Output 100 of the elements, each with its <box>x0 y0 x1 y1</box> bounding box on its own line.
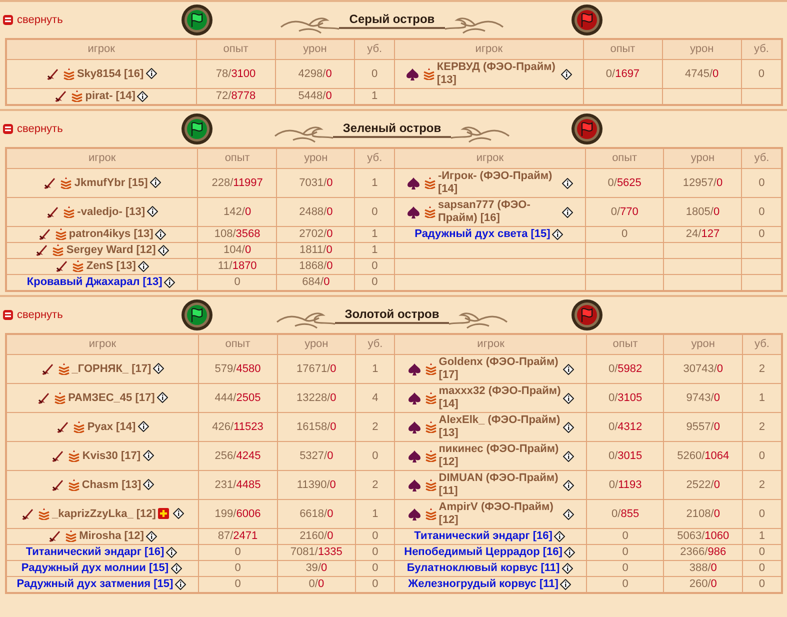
info-icon[interactable] <box>562 562 573 574</box>
info-icon[interactable] <box>560 68 572 80</box>
table-cell: 0/855 <box>586 500 664 528</box>
table-cell: 2702/0 <box>276 226 355 242</box>
column-header: урон <box>276 148 355 168</box>
player-name[interactable]: ZenS [13] <box>86 260 136 272</box>
info-icon[interactable] <box>560 578 572 590</box>
rank-icon <box>60 176 72 189</box>
collapse-link[interactable]: свернуть <box>0 309 152 321</box>
table-cell: 39/0 <box>277 560 356 576</box>
table-cell: 1 <box>356 354 395 384</box>
info-icon[interactable] <box>137 90 148 102</box>
table-cell: 0 <box>586 528 664 544</box>
info-icon[interactable] <box>166 546 178 558</box>
player-name[interactable]: Sky8154 [16] <box>76 68 144 80</box>
column-header: опыт <box>583 39 662 60</box>
player-name[interactable]: Kvis30 [17] <box>82 450 141 462</box>
info-icon[interactable] <box>142 450 154 462</box>
collapse-icon <box>3 310 13 320</box>
table-cell: 426/11523 <box>198 412 278 442</box>
rank-icon <box>424 177 436 189</box>
info-icon[interactable] <box>164 276 176 288</box>
table-cell: 4745/0 <box>662 60 742 88</box>
table-cell: 579/4580 <box>198 354 278 384</box>
info-icon[interactable] <box>552 228 564 240</box>
table-cell: 87/2471 <box>198 528 278 544</box>
sword-icon <box>46 68 59 80</box>
spade-icon <box>408 508 421 520</box>
table-cell: 1 <box>742 528 782 544</box>
info-icon[interactable] <box>564 546 576 558</box>
column-header: уб. <box>742 334 782 354</box>
player-name[interactable]: pirat- [14] <box>85 90 136 102</box>
info-icon[interactable] <box>156 392 168 404</box>
ornament-drawing <box>274 310 335 330</box>
info-icon[interactable] <box>146 68 157 80</box>
table-cell: 2488/0 <box>276 198 355 226</box>
info-icon[interactable] <box>146 530 157 542</box>
rank-icon <box>424 450 437 462</box>
spade-icon <box>406 68 419 80</box>
table-cell: 228/11997 <box>198 168 277 198</box>
table-cell: 2 <box>356 412 395 442</box>
info-icon[interactable] <box>158 244 169 256</box>
info-icon[interactable] <box>170 562 182 574</box>
table-cell: 0 <box>198 560 278 576</box>
table-cell: 0 <box>586 544 664 560</box>
player-name[interactable]: Pyax [14] <box>87 420 136 432</box>
column-header: урон <box>277 334 356 354</box>
info-icon[interactable] <box>155 228 166 240</box>
player-name[interactable]: _ГОРНЯК_ [17] <box>72 362 152 374</box>
table-cell: 6618/0 <box>277 500 356 528</box>
info-icon[interactable] <box>138 260 149 272</box>
table-cell: 16158/0 <box>277 412 356 442</box>
spade-icon <box>406 176 420 190</box>
column-header: урон <box>664 334 742 354</box>
info-icon[interactable] <box>562 508 574 520</box>
sword-icon <box>56 420 70 433</box>
player-name[interactable]: РАМЗЕС_45 [17] <box>68 392 155 404</box>
info-icon[interactable] <box>147 206 158 218</box>
ornament-drawing <box>272 124 333 144</box>
island-title: Зеленый остров <box>332 120 452 138</box>
table-cell: 108/3568 <box>198 226 277 242</box>
table-cell: 0/4312 <box>586 412 664 442</box>
info-icon[interactable] <box>143 479 154 490</box>
table-cell: 444/2505 <box>198 384 278 412</box>
sword-icon <box>46 206 60 218</box>
info-icon[interactable] <box>562 392 574 404</box>
player-name[interactable]: JkmufYbr [15] <box>74 176 148 188</box>
collapse-icon <box>3 15 13 25</box>
info-icon[interactable] <box>172 508 184 520</box>
table-cell: 0 <box>742 544 782 560</box>
rank-icon <box>63 206 76 218</box>
table-cell: 199/6006 <box>198 500 278 528</box>
info-icon[interactable] <box>138 421 149 432</box>
table-cell: 0/1193 <box>586 470 664 500</box>
info-icon[interactable] <box>175 578 186 590</box>
rank-icon <box>68 478 80 491</box>
info-icon[interactable] <box>150 177 161 188</box>
rank-icon <box>73 420 86 433</box>
rank-icon <box>54 228 67 240</box>
info-icon[interactable] <box>562 450 574 462</box>
info-icon[interactable] <box>554 530 566 542</box>
info-icon[interactable] <box>153 363 164 374</box>
info-icon[interactable] <box>562 206 573 218</box>
sword-icon <box>50 478 64 491</box>
player-name[interactable]: Chasm [13] <box>82 478 142 490</box>
info-icon[interactable] <box>562 178 573 188</box>
flag-emblem-icon <box>181 299 213 331</box>
spade-icon <box>408 450 421 462</box>
collapse-link[interactable]: свернуть <box>0 123 152 135</box>
table-cell: 0 <box>586 226 664 242</box>
spade-icon <box>406 206 420 218</box>
table-cell: 7081/1335 <box>277 544 356 560</box>
info-icon[interactable] <box>562 364 574 374</box>
info-icon[interactable] <box>562 480 574 490</box>
column-header: игрок <box>6 334 198 354</box>
collapse-link[interactable]: свернуть <box>0 14 152 26</box>
info-icon[interactable] <box>562 422 574 432</box>
column-header: уб. <box>356 334 395 354</box>
table-cell: 11/1870 <box>198 258 277 274</box>
player-name[interactable]: -valedjo- [13] <box>77 206 146 218</box>
